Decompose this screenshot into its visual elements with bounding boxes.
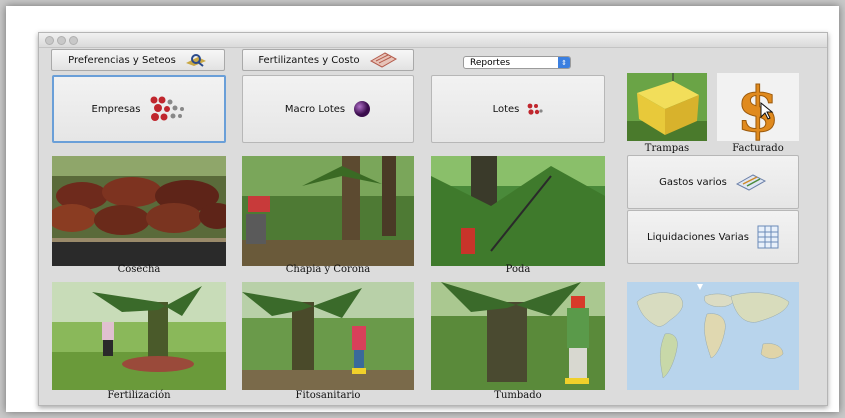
world-map-icon (627, 282, 799, 390)
chevron-updown-icon: ⇕ (558, 57, 570, 68)
macro-lotes-button[interactable]: Macro Lotes (242, 75, 414, 143)
fertilizers-cost-button[interactable]: Fertilizantes y Costo (242, 49, 414, 71)
fertilizers-label: Fertilizantes y Costo (258, 54, 360, 66)
pruning-photo (431, 156, 605, 266)
chapia-photo-button[interactable] (242, 156, 414, 266)
reports-select[interactable]: Reportes ⇕ (463, 56, 571, 69)
liquidaciones-button[interactable]: Liquidaciones Varias (627, 210, 799, 264)
empresas-button[interactable]: Empresas (52, 75, 226, 143)
magnifier-icon (185, 54, 206, 67)
sphere-icon (354, 101, 371, 117)
world-map-button[interactable] (627, 282, 799, 390)
macro-lotes-label: Macro Lotes (284, 103, 346, 115)
preferences-label: Preferencias y Seteos (68, 54, 176, 66)
companies-dots-icon (150, 96, 184, 121)
lotes-button[interactable]: Lotes (431, 75, 605, 143)
dollar-sign-icon: $ (736, 73, 780, 141)
screenshot-frame: Preferencias y Seteos Fertilizantes y Co… (6, 6, 839, 412)
app-window: Preferencias y Seteos Fertilizantes y Co… (38, 32, 828, 406)
tumbado-photo-button[interactable] (431, 282, 605, 390)
fitosanitario-photo-button[interactable] (242, 282, 414, 390)
facturado-caption: Facturado (732, 143, 784, 154)
facturado-button[interactable]: $ (717, 73, 799, 141)
spreadsheet-icon (757, 225, 779, 249)
felling-photo (431, 282, 605, 390)
close-window-button[interactable] (45, 36, 54, 45)
lotes-label: Lotes (492, 103, 520, 115)
cosecha-photo-button[interactable] (52, 156, 226, 266)
cosecha-caption: Cosecha (117, 264, 161, 275)
fertilizacion-caption: Fertilización (107, 390, 171, 401)
title-bar (39, 33, 827, 48)
preferences-button[interactable]: Preferencias y Seteos (51, 49, 225, 71)
poda-caption: Poda (505, 264, 531, 275)
expenses-ledger-icon (735, 174, 766, 191)
phytosanitary-photo (242, 282, 414, 390)
trampas-caption: Trampas (644, 143, 690, 154)
gastos-varios-label: Gastos varios (659, 176, 727, 188)
trap-icon (627, 73, 707, 141)
gastos-varios-button[interactable]: Gastos varios (627, 155, 799, 209)
weeding-photo (242, 156, 414, 266)
lots-dots-icon (527, 103, 543, 115)
tumbado-caption: Tumbado (494, 390, 542, 401)
fertilizacion-photo-button[interactable] (52, 282, 226, 390)
zoom-window-button[interactable] (69, 36, 78, 45)
svg-text:$: $ (736, 73, 779, 141)
empresas-label: Empresas (91, 103, 141, 115)
fertilizing-photo (52, 282, 226, 390)
harvest-photo (52, 156, 226, 266)
chapia-caption: Chapia y Corona (285, 264, 371, 275)
poda-photo-button[interactable] (431, 156, 605, 266)
minimize-window-button[interactable] (57, 36, 66, 45)
reports-select-value: Reportes (470, 57, 511, 68)
trampas-button[interactable] (627, 73, 707, 141)
fitosanitario-caption: Fitosanitario (295, 390, 361, 401)
price-list-icon (369, 52, 397, 68)
liquidaciones-label: Liquidaciones Varias (647, 231, 749, 243)
